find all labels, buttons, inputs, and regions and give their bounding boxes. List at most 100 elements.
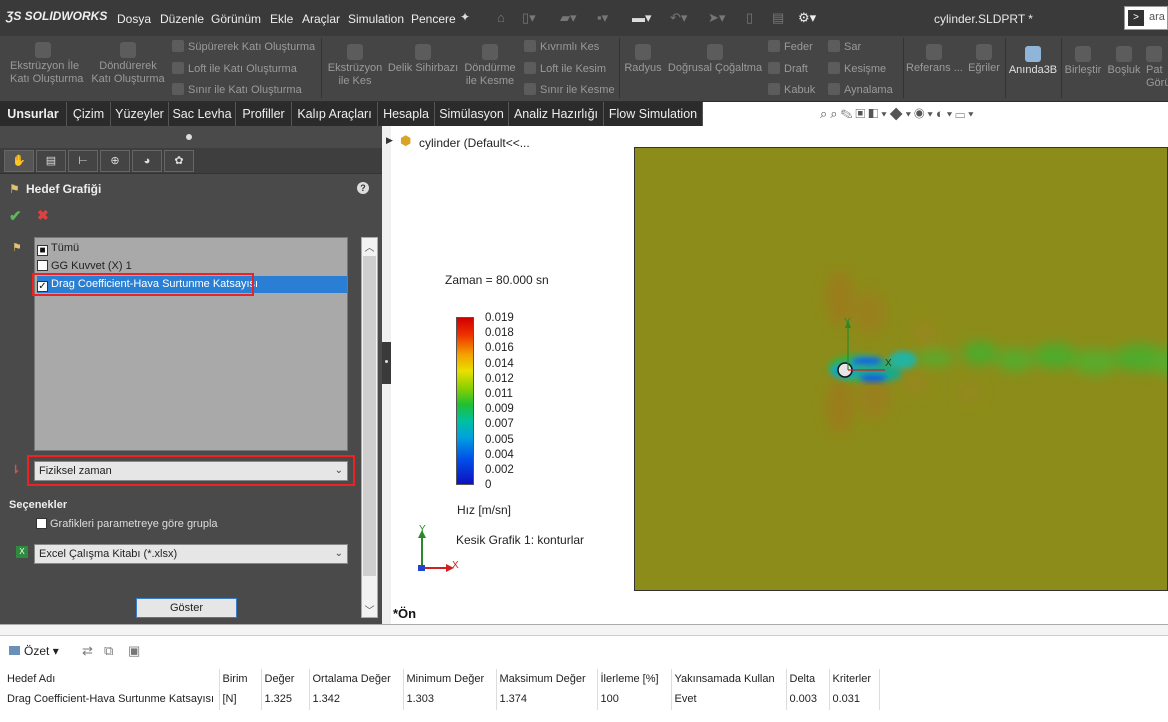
scroll-down-arrow-icon[interactable]: ﹀ [363,602,376,617]
refresh-icon[interactable]: ⇄ [82,643,93,659]
more-commands-button[interactable]: Pat Görü [1146,46,1168,90]
cancel-x-icon[interactable]: ✖ [37,207,49,224]
search-input-text[interactable]: ara [1149,11,1165,23]
col-maximum-value[interactable]: Maksimum Değer [496,669,598,688]
mirror-button[interactable]: Aynalama [828,83,893,96]
scrollbar-thumb[interactable] [363,256,376,576]
home-icon[interactable]: ⌂ [497,10,505,25]
col-unit[interactable]: Birim [219,669,262,688]
new-document-icon[interactable]: ▯▾ [522,10,536,26]
col-criteria[interactable]: Kriterler [829,669,880,688]
col-use-in-convergence[interactable]: Yakınsamada Kullan [671,669,787,688]
loft-cut-button[interactable]: Loft ile Kesim [524,62,606,75]
tab-analysis-preparation[interactable]: Analiz Hazırlığı [509,102,604,126]
table-row[interactable]: Drag Coefficient-Hava Surtunme Katsayısı… [4,688,880,710]
display-style-icon[interactable]: ◆▾ [890,106,914,121]
menu-insert[interactable]: Ekle [270,12,293,26]
section-view-icon[interactable]: ▣ [855,106,868,121]
tab-structure-system[interactable]: Profiller [236,102,292,126]
tab-evaluate[interactable]: Hesapla [378,102,435,126]
col-goal-name[interactable]: Hedef Adı [4,669,220,688]
extrude-boss-button[interactable]: Ekstrüzyon İle Katı Oluşturma [10,42,83,86]
summary-dropdown-button[interactable]: Özet ▾ [9,644,59,658]
dimxpert-manager-tab-icon[interactable]: ⊕ [100,150,130,172]
undo-icon[interactable]: ↶▾ [670,10,687,26]
tab-features[interactable]: Unsurlar [0,102,67,126]
group-by-parameter-option[interactable]: Grafikleri parametreye göre grupla [36,518,218,530]
display-manager-tab-icon[interactable]: ◕ [132,150,162,172]
hole-wizard-button[interactable]: Delik Sihirbazı [387,44,459,75]
feature-tree-root[interactable]: cylinder (Default<<... [419,136,530,150]
feature-manager-tab-icon[interactable]: ✋ [4,150,34,172]
show-button[interactable]: Göster [136,598,237,618]
select-icon[interactable]: ➤▾ [708,10,725,26]
loft-boss-button[interactable]: Loft ile Katı Oluşturma [172,62,297,75]
col-minimum-value[interactable]: Minimum Değer [403,669,497,688]
col-average-value[interactable]: Ortalama Değer [309,669,404,688]
copy-icon[interactable]: ⧉ [104,643,113,659]
extrude-cut-button[interactable]: Ekstrüzyon ile Kes [326,44,384,88]
linear-pattern-button[interactable]: Doğrusal Çoğaltma [667,44,763,75]
ok-checkmark-icon[interactable]: ✔ [9,207,22,225]
tree-expand-arrow-icon[interactable]: ▶ [386,135,393,146]
flow-simulation-tab-icon[interactable]: ✿ [164,150,194,172]
scroll-up-arrow-icon[interactable]: ︿ [363,239,376,254]
goals-list[interactable]: ■ Tümü GG Kuvvet (X) 1 ✓ Drag Coefficient-… [34,237,348,451]
pin-icon[interactable]: ✦ [460,10,470,24]
tab-sheet-metal[interactable]: Sac Levha [169,102,236,126]
tab-surfaces[interactable]: Yüzeyler [111,102,169,126]
menu-window[interactable]: Pencere [411,12,456,26]
reference-geometry-button[interactable]: Referans ... [906,44,963,75]
revolve-boss-button[interactable]: Döndürerek Katı Oluşturma [90,42,166,86]
splitter-collapse-handle[interactable] [382,342,391,384]
save-icon[interactable]: ▪▾ [597,10,608,26]
cut-plot-contour-view[interactable]: Y X [634,147,1168,591]
tab-mold-tools[interactable]: Kalıp Araçları [292,102,378,126]
panel-grip[interactable] [186,134,192,140]
configuration-manager-tab-icon[interactable]: ⊢ [68,150,98,172]
zoom-to-fit-icon[interactable]: ⌕ [820,106,830,121]
menu-file[interactable]: Dosya [117,12,151,26]
checkbox[interactable] [36,518,47,529]
checkbox[interactable]: ■ [37,245,48,256]
rib-button[interactable]: Feder [768,40,813,53]
revolve-cut-button[interactable]: Döndürme ile Kesme [462,44,518,88]
paste-icon[interactable]: ▣ [128,643,140,659]
menu-view[interactable]: Görünüm [211,12,261,26]
col-value[interactable]: Değer [261,669,310,688]
rebuild-icon[interactable]: ▯ [746,10,753,26]
draft-button[interactable]: Draft [768,62,808,75]
open-icon[interactable]: ▰▾ [560,10,577,26]
combine-button[interactable]: Birleştir [1063,46,1103,77]
appearance-icon[interactable]: ◐▾ [936,106,955,121]
col-delta[interactable]: Delta [786,669,830,688]
solidworks-logo[interactable]: ƷS SOLIDWORKS [6,9,107,23]
property-manager-tab-icon[interactable]: ▤ [36,150,66,172]
cavity-button[interactable]: Boşluk [1106,46,1142,77]
curves-button[interactable]: Eğriler [966,44,1002,75]
options-gear-icon[interactable]: ⚙▾ [798,10,816,26]
heads-up-view-toolbar[interactable]: ⌕⌕✎▣◧▾◆▾◉▾◐▾▭▾ [820,106,977,122]
previous-view-icon[interactable]: ✎ [841,106,856,121]
swept-boss-button[interactable]: Süpürerek Katı Oluşturma [172,40,315,53]
view-orientation-icon[interactable]: ◧▾ [868,106,889,121]
file-properties-icon[interactable]: ▤ [772,10,784,26]
print-icon[interactable]: ▬▾ [632,10,652,26]
menu-edit[interactable]: Düzenle [160,12,204,26]
shell-button[interactable]: Kabuk [768,83,815,96]
boundary-boss-button[interactable]: Sınır ile Katı Oluşturma [172,83,302,96]
display-settings-icon[interactable]: ▭▾ [955,106,976,121]
menu-tools[interactable]: Araçlar [302,12,340,26]
intersect-button[interactable]: Kesişme [828,62,886,75]
search-box[interactable]: > ara [1124,6,1168,30]
export-format-dropdown[interactable]: Excel Çalışma Kitabı (*.xlsx) ⌄ [34,544,348,564]
col-progress[interactable]: İlerleme [%] [597,669,672,688]
boundary-cut-button[interactable]: Sınır ile Kesme [524,83,615,96]
wrap-button[interactable]: Sar [828,40,861,53]
zoom-to-area-icon[interactable]: ⌕ [830,106,840,121]
results-panel-splitter[interactable] [0,624,1168,636]
help-icon[interactable]: ? [357,182,369,194]
tab-sketch[interactable]: Çizim [67,102,111,126]
hide-show-items-icon[interactable]: ◉▾ [914,106,936,121]
menu-simulation[interactable]: Simulation [348,12,404,26]
